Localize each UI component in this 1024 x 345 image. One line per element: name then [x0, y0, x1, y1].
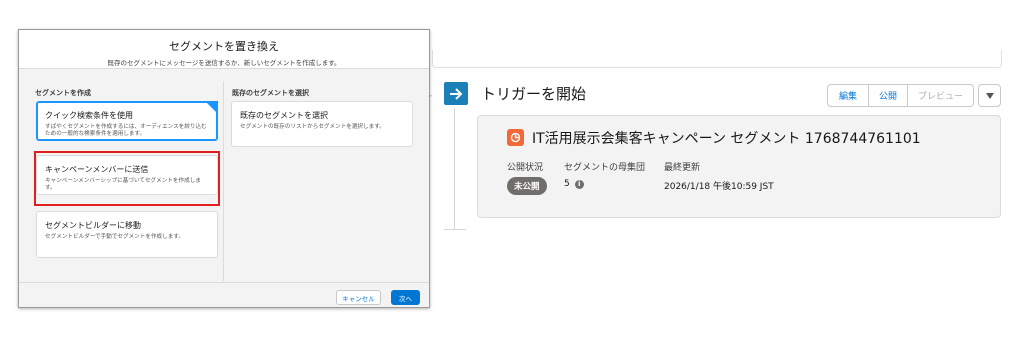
edit-button[interactable]: 編集 [827, 84, 869, 107]
create-segment-heading: セグメントを作成 [35, 89, 91, 97]
updated-label: 最終更新 [664, 163, 701, 173]
option-description: セグメントビルダーで手動でセグメントを作成します。 [45, 234, 184, 240]
existing-segment-column: 既存のセグメントを選択 既存のセグメントを選択 セグメントの既存のリストからセグ… [231, 69, 421, 282]
caret-down-icon [985, 92, 994, 99]
replace-segment-modal: セグメントを置き換え 既存のセグメントにメッセージを送信するか、新しいセグメント… [18, 29, 430, 308]
population-label: セグメントの母集団 [564, 163, 646, 173]
status-badge: 未公開 [507, 177, 547, 195]
population-field: セグメントの母集団 5 i [564, 160, 645, 189]
existing-segment-option[interactable]: 既存のセグメントを選択 セグメントの既存のリストからセグメントを選択します。 [231, 101, 413, 147]
trigger-title: トリガーを開始 [481, 85, 587, 103]
status-label: 公開状況 [507, 163, 544, 173]
existing-segment-heading: 既存のセグメントを選択 [232, 89, 309, 97]
selected-corner-icon [205, 101, 218, 114]
updated-value: 2026/1/18 午後10:59 JST [664, 182, 774, 192]
option-description: キャンペーンメンバーシップに基づいてセグメントを作成します。 [45, 178, 201, 192]
publish-button[interactable]: 公開 [868, 84, 908, 107]
segment-icon [507, 129, 524, 146]
population-value: 5 [564, 179, 570, 189]
option-title: 既存のセグメントを選択 [240, 111, 328, 120]
segment-builder-option[interactable]: セグメントビルダーに移動 セグメントビルダーで手動でセグメントを作成します。 [36, 211, 218, 258]
option-description: セグメントの既存のリストからセグメントを選択します。 [240, 124, 385, 130]
segment-card: IT活用展示会集客キャンペーン セグメント 1768744761101 公開状況… [477, 115, 1001, 218]
flow-connector-end [444, 229, 466, 230]
arrow-right-icon [444, 82, 468, 105]
action-button-group: 編集 公開 プレビュー [827, 84, 974, 107]
preview-button[interactable]: プレビュー [907, 84, 974, 107]
create-segment-column: セグメントを作成 クイック検索条件を使用 すばやくセグメントを作成するには、オー… [33, 69, 229, 282]
modal-header: セグメントを置き換え 既存のセグメントにメッセージを送信するか、新しいセグメント… [19, 30, 429, 69]
quick-filter-option[interactable]: クイック検索条件を使用 すばやくセグメントを作成するには、オーディエンスを絞り込… [36, 101, 218, 141]
modal-subtitle: 既存のセグメントにメッセージを送信するか、新しいセグメントを作成します。 [107, 59, 341, 67]
campaign-members-option[interactable]: キャンペーンメンバーに送信 キャンペーンメンバーシップに基づいてセグメントを作成… [36, 155, 218, 195]
previous-step-card [432, 50, 1002, 68]
next-button[interactable]: 次へ [391, 290, 420, 305]
cancel-button[interactable]: キャンセル [336, 290, 381, 305]
segment-name[interactable]: IT活用展示会集客キャンペーン セグメント 1768744761101 [532, 128, 921, 148]
modal-body: セグメントを作成 クイック検索条件を使用 すばやくセグメントを作成するには、オー… [19, 69, 429, 282]
status-field: 公開状況 未公開 [507, 160, 547, 195]
option-description: すばやくセグメントを作成するには、オーディエンスを絞り込むための一般的な検索条件… [45, 124, 207, 138]
flow-connector [454, 108, 455, 230]
column-divider [223, 81, 224, 281]
modal-title: セグメントを置き換え [169, 40, 279, 53]
more-actions-button[interactable] [978, 84, 1001, 107]
option-title: クイック検索条件を使用 [45, 111, 133, 120]
updated-field: 最終更新 2026/1/18 午後10:59 JST [664, 160, 774, 192]
option-title: セグメントビルダーに移動 [45, 221, 141, 230]
modal-footer: キャンセル 次へ [19, 282, 429, 307]
option-title: キャンペーンメンバーに送信 [45, 165, 149, 174]
info-icon[interactable]: i [574, 179, 584, 189]
